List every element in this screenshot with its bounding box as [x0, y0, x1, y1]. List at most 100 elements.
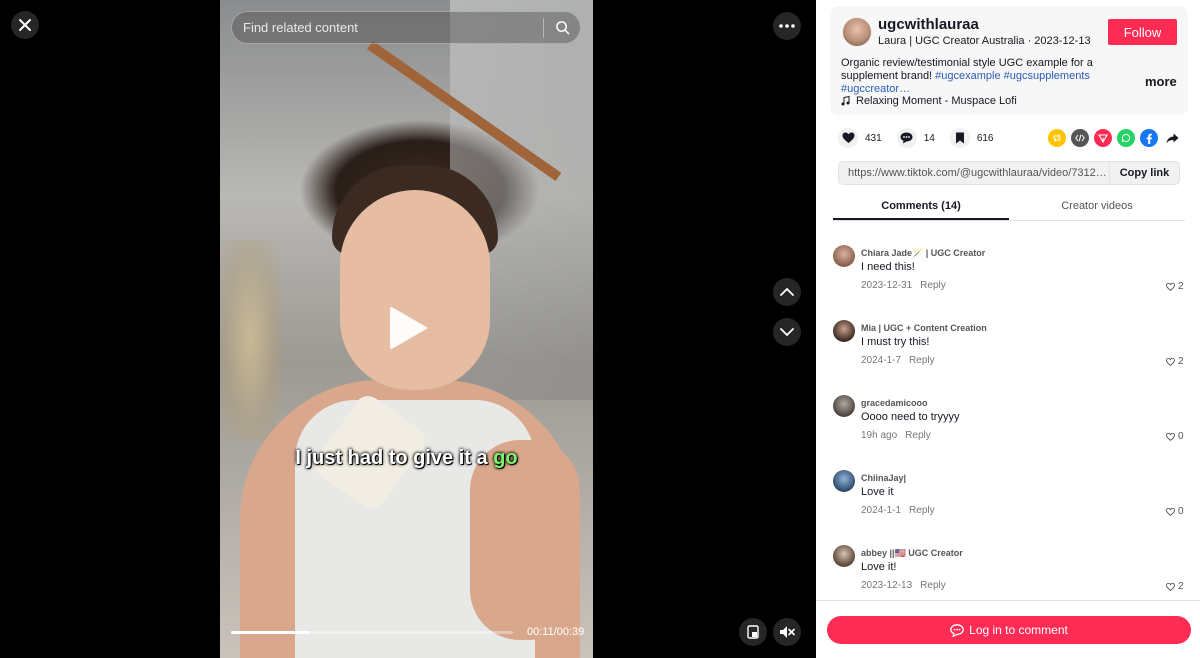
- like-button[interactable]: 431: [838, 128, 882, 148]
- bookmark-icon: [949, 128, 970, 148]
- music-title: Relaxing Moment - Muspace Lofi: [856, 95, 1017, 107]
- tab-comments[interactable]: Comments (14): [833, 193, 1009, 220]
- share-icon[interactable]: [1163, 129, 1181, 147]
- engagement-stats: 431 14 616: [838, 128, 1009, 148]
- comment-item: Chiara Jade🪄 | UGC Creator I need this! …: [833, 225, 1188, 300]
- video-url[interactable]: https://www.tiktok.com/@ugcwithlauraa/vi…: [839, 167, 1109, 179]
- comment-like-button[interactable]: 2: [1166, 581, 1184, 592]
- play-icon[interactable]: [390, 306, 428, 350]
- author-username[interactable]: ugcwithlauraa: [878, 16, 979, 33]
- comment-date: 19h ago: [861, 430, 898, 441]
- login-to-comment-label: Log in to comment: [969, 623, 1068, 637]
- caption-text: I just had to give it a: [295, 447, 494, 469]
- send-to-friends-icon[interactable]: [1094, 129, 1112, 147]
- previous-video-button[interactable]: [773, 278, 801, 306]
- floating-player-icon: [747, 625, 759, 639]
- background-plant: [220, 240, 280, 440]
- author-avatar[interactable]: [842, 17, 872, 47]
- more-options-button[interactable]: [773, 12, 801, 40]
- video-player[interactable]: I just had to give it a go 00:11/00:39: [220, 0, 593, 658]
- person-face: [340, 190, 490, 390]
- video-stage: I just had to give it a go 00:11/00:39: [0, 0, 816, 658]
- more-dots-icon: [779, 24, 795, 28]
- comment-bubble-icon: [896, 128, 917, 148]
- heart-outline-icon: [1166, 432, 1175, 441]
- commenter-avatar[interactable]: [833, 395, 855, 417]
- save-count: 616: [976, 132, 994, 144]
- commenter-avatar[interactable]: [833, 320, 855, 342]
- comment-list: Chiara Jade🪄 | UGC Creator I need this! …: [816, 225, 1200, 600]
- next-video-button[interactable]: [773, 318, 801, 346]
- commenter-avatar[interactable]: [833, 545, 855, 567]
- comment-like-count: 0: [1178, 431, 1184, 442]
- reply-button[interactable]: Reply: [905, 430, 931, 441]
- login-to-comment-button[interactable]: Log in to comment: [827, 616, 1191, 644]
- comment-meta: 2024-1-1 Reply: [861, 505, 935, 516]
- comment-date: 2023-12-31: [861, 280, 913, 291]
- music-note-icon: [841, 96, 850, 106]
- details-panel: ugcwithlauraa Laura | UGC Creator Austra…: [816, 0, 1200, 658]
- search-bar: [231, 11, 581, 44]
- close-button[interactable]: [11, 11, 39, 39]
- muted-speaker-icon: [780, 626, 795, 638]
- commenter-name[interactable]: Chiara Jade🪄 | UGC Creator: [861, 248, 985, 259]
- music-info[interactable]: Relaxing Moment - Muspace Lofi: [841, 95, 1017, 107]
- floating-player-button[interactable]: [739, 618, 767, 646]
- comment-item: ChiinaJay| Love it 2024-1-1 Reply 0: [833, 450, 1188, 525]
- commenter-name[interactable]: abbey ||🇺🇸 UGC Creator: [861, 548, 963, 559]
- follow-button[interactable]: Follow: [1108, 19, 1177, 45]
- embed-icon[interactable]: [1071, 129, 1089, 147]
- reply-button[interactable]: Reply: [909, 355, 935, 366]
- copy-link-button[interactable]: Copy link: [1109, 162, 1179, 184]
- comment-like-count: 2: [1178, 281, 1184, 292]
- comment-like-button[interactable]: 2: [1166, 281, 1184, 292]
- commenter-avatar[interactable]: [833, 245, 855, 267]
- search-icon: [555, 21, 569, 35]
- whatsapp-icon[interactable]: [1117, 129, 1135, 147]
- comment-like-count: 2: [1178, 356, 1184, 367]
- save-button[interactable]: 616: [949, 128, 994, 148]
- comment-meta: 2023-12-13 Reply: [861, 580, 946, 591]
- comment-date: 2024-1-7: [861, 355, 902, 366]
- facebook-icon[interactable]: [1140, 129, 1158, 147]
- author-card: ugcwithlauraa Laura | UGC Creator Austra…: [830, 6, 1188, 115]
- heart-outline-icon: [1166, 357, 1175, 366]
- comment-count-button[interactable]: 14: [896, 128, 935, 148]
- chevron-down-icon: [780, 328, 794, 336]
- search-button[interactable]: [544, 11, 580, 44]
- comment-item: abbey ||🇺🇸 UGC Creator Love it! 2023-12-…: [833, 525, 1188, 600]
- comment-like-button[interactable]: 0: [1166, 506, 1184, 517]
- reply-button[interactable]: Reply: [920, 580, 946, 591]
- comment-like-count: 2: [1178, 581, 1184, 592]
- reply-button[interactable]: Reply: [909, 505, 935, 516]
- progress-bar[interactable]: [231, 631, 513, 634]
- comment-like-button[interactable]: 2: [1166, 356, 1184, 367]
- comment-text: Love it!: [861, 561, 897, 573]
- comment-bubble-outline-icon: [950, 623, 964, 637]
- comment-meta: 2024-1-7 Reply: [861, 355, 935, 366]
- panel-tabs: Comments (14) Creator videos: [833, 193, 1185, 221]
- comment-item: Mia | UGC + Content Creation I must try …: [833, 300, 1188, 375]
- video-caption: I just had to give it a go: [220, 447, 593, 470]
- comment-text: I need this!: [861, 261, 915, 273]
- commenter-avatar[interactable]: [833, 470, 855, 492]
- repost-icon[interactable]: [1048, 129, 1066, 147]
- chevron-up-icon: [780, 288, 794, 296]
- comment-text: I must try this!: [861, 336, 930, 348]
- comment-date: 2023-12-13: [861, 580, 913, 591]
- video-description: Organic review/testimonial style UGC exa…: [841, 57, 1141, 96]
- heart-outline-icon: [1166, 582, 1175, 591]
- close-icon: [19, 19, 31, 31]
- commenter-name[interactable]: Mia | UGC + Content Creation: [861, 323, 987, 333]
- commenter-name[interactable]: gracedamicooo: [861, 398, 928, 408]
- comment-like-button[interactable]: 0: [1166, 431, 1184, 442]
- tab-creator-videos[interactable]: Creator videos: [1009, 193, 1185, 220]
- more-button[interactable]: more: [1145, 74, 1177, 89]
- commenter-name[interactable]: ChiinaJay|: [861, 473, 906, 483]
- like-count: 431: [865, 132, 882, 144]
- author-subline: Laura | UGC Creator Australia · 2023-12-…: [878, 35, 1091, 47]
- caption-highlight: go: [493, 447, 518, 469]
- mute-button[interactable]: [773, 618, 801, 646]
- reply-button[interactable]: Reply: [920, 280, 946, 291]
- search-input[interactable]: [232, 20, 543, 35]
